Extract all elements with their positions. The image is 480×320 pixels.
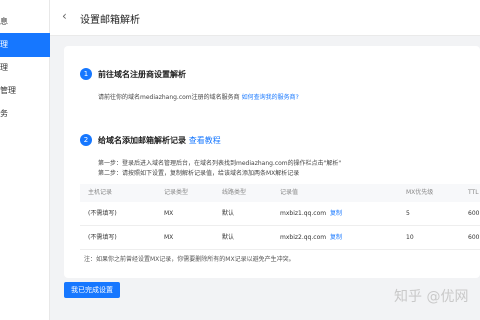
column-header: 线路类型 <box>222 189 247 196</box>
host-cell: (不需填写) <box>88 234 117 241</box>
sidebar-item-manage-active[interactable]: 理 <box>0 33 50 57</box>
setup-card: 1 前往域名注册商设置解析 请前往你的域名mediazhang.com注册的域名… <box>64 46 480 278</box>
step-2-badge: 2 <box>80 134 92 146</box>
step-2-title: 给域名添加邮箱解析记录 查看教程 <box>98 135 221 146</box>
column-header: TTL <box>468 189 479 196</box>
type-cell: MX <box>164 210 174 217</box>
type-cell: MX <box>164 234 174 241</box>
conflict-note: 注：如果你之前曾经设置MX记录，你需要删除所有的MX记录以避免产生冲突。 <box>84 256 295 263</box>
priority-cell: 10 <box>406 234 414 241</box>
page-title: 设置邮箱解析 <box>80 15 140 26</box>
sidebar-item-info[interactable]: 息 <box>0 10 50 34</box>
line-cell: 默认 <box>222 234 235 241</box>
column-header: 记录类型 <box>164 189 189 196</box>
done-setup-button[interactable]: 我已完成设置 <box>64 282 120 298</box>
find-provider-link[interactable]: 如何查询我的服务商? <box>242 94 299 101</box>
step-1-title: 前往域名注册商设置解析 <box>98 70 186 79</box>
step-2-line-1: 第一步：登录后进入域名管理后台，在域名列表找到mediazhang.com的操作… <box>98 160 342 167</box>
table-header: 主机记录 记录类型 线路类型 记录值 MX优先级 TTL <box>80 184 480 202</box>
copy-button[interactable]: 复制 <box>330 202 342 226</box>
chevron-left-icon[interactable]: ‹ <box>62 9 67 23</box>
column-header: 记录值 <box>280 189 299 196</box>
page-header: ‹ 设置邮箱解析 <box>50 0 480 36</box>
sidebar-item-manage[interactable]: 理 <box>0 56 50 80</box>
step-2-line-2: 第二步：请按照如下设置，复制解析记录值，给该域名添加两条MX解析记录 <box>98 170 300 177</box>
step-1-description: 请前往你的域名mediazhang.com注册的域名服务商 如何查询我的服务商? <box>98 92 299 101</box>
table-row: (不需填写) MX 默认 mxbiz2.qq.com 复制 10 600 <box>80 226 480 250</box>
priority-cell: 5 <box>406 210 410 217</box>
copy-button[interactable]: 复制 <box>330 226 342 250</box>
sidebar: 息 理 理 管理 务 <box>0 0 50 320</box>
value-cell: mxbiz2.qq.com <box>280 234 327 241</box>
column-header: 主机记录 <box>88 189 113 196</box>
sidebar-item-admin[interactable]: 管理 <box>0 79 50 103</box>
step-2-title-text: 给域名添加邮箱解析记录 <box>98 136 186 145</box>
watermark: 知乎 @优网 <box>394 289 469 305</box>
ttl-cell: 600 <box>468 210 480 217</box>
line-cell: 默认 <box>222 210 235 217</box>
column-header: MX优先级 <box>406 189 434 196</box>
value-cell: mxbiz1.qq.com <box>280 210 327 217</box>
ttl-cell: 600 <box>468 234 480 241</box>
table-row: (不需填写) MX 默认 mxbiz1.qq.com 复制 5 600 <box>80 202 480 226</box>
host-cell: (不需填写) <box>88 210 117 217</box>
step-1-desc-text: 请前往你的域名mediazhang.com注册的域名服务商 <box>98 94 240 101</box>
step-1-badge: 1 <box>80 68 92 80</box>
view-tutorial-link[interactable]: 查看教程 <box>189 136 221 145</box>
sidebar-item-service[interactable]: 务 <box>0 102 50 126</box>
